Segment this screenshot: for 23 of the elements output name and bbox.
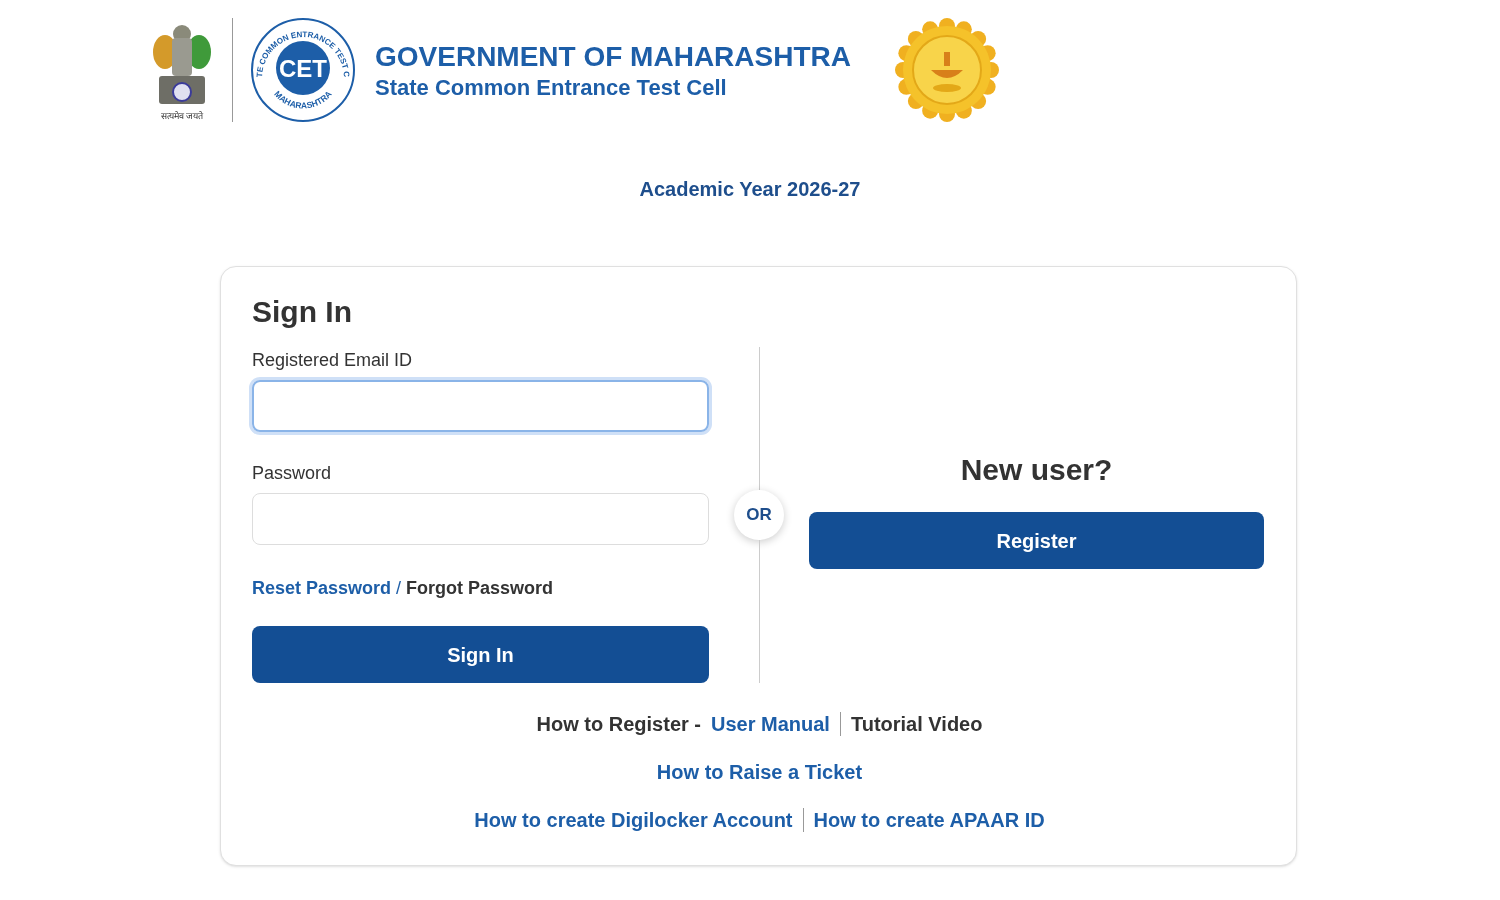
seal-icon [895,18,999,122]
help-link[interactable]: Tutorial Video [850,709,983,739]
field-label: Registered Email ID [252,349,414,372]
slash-separator: / [396,577,402,600]
new-user-heading: New user? [960,452,1113,488]
government-title: GOVERNMENT OF MAHARASHTRA [375,39,852,74]
email-field[interactable] [252,380,709,432]
cell-subtitle: State Common Entrance Test Cell [375,73,728,102]
field-label: Password [252,462,333,485]
academic-year: Academic Year 2026-27 [639,177,861,202]
sign-in-heading: Sign In [252,297,353,327]
reset-password-link[interactable]: Reset Password [252,575,392,602]
forgot-password-link[interactable]: Forgot Password [406,575,554,602]
help-link[interactable]: How to create APAAR ID [813,805,1045,835]
help-link[interactable]: User Manual [711,709,830,739]
or-badge: OR [734,490,784,540]
help-link[interactable]: How to Raise a Ticket [656,757,863,787]
help-link[interactable]: How to create Digilocker Account [474,805,793,835]
sign-in-button[interactable]: Sign In [252,626,709,683]
register-button[interactable]: Register [809,512,1264,569]
help-label: How to Register - [536,712,701,737]
emblem-caption: सत्यमेव जयते [160,111,204,121]
password-field[interactable] [252,493,709,545]
